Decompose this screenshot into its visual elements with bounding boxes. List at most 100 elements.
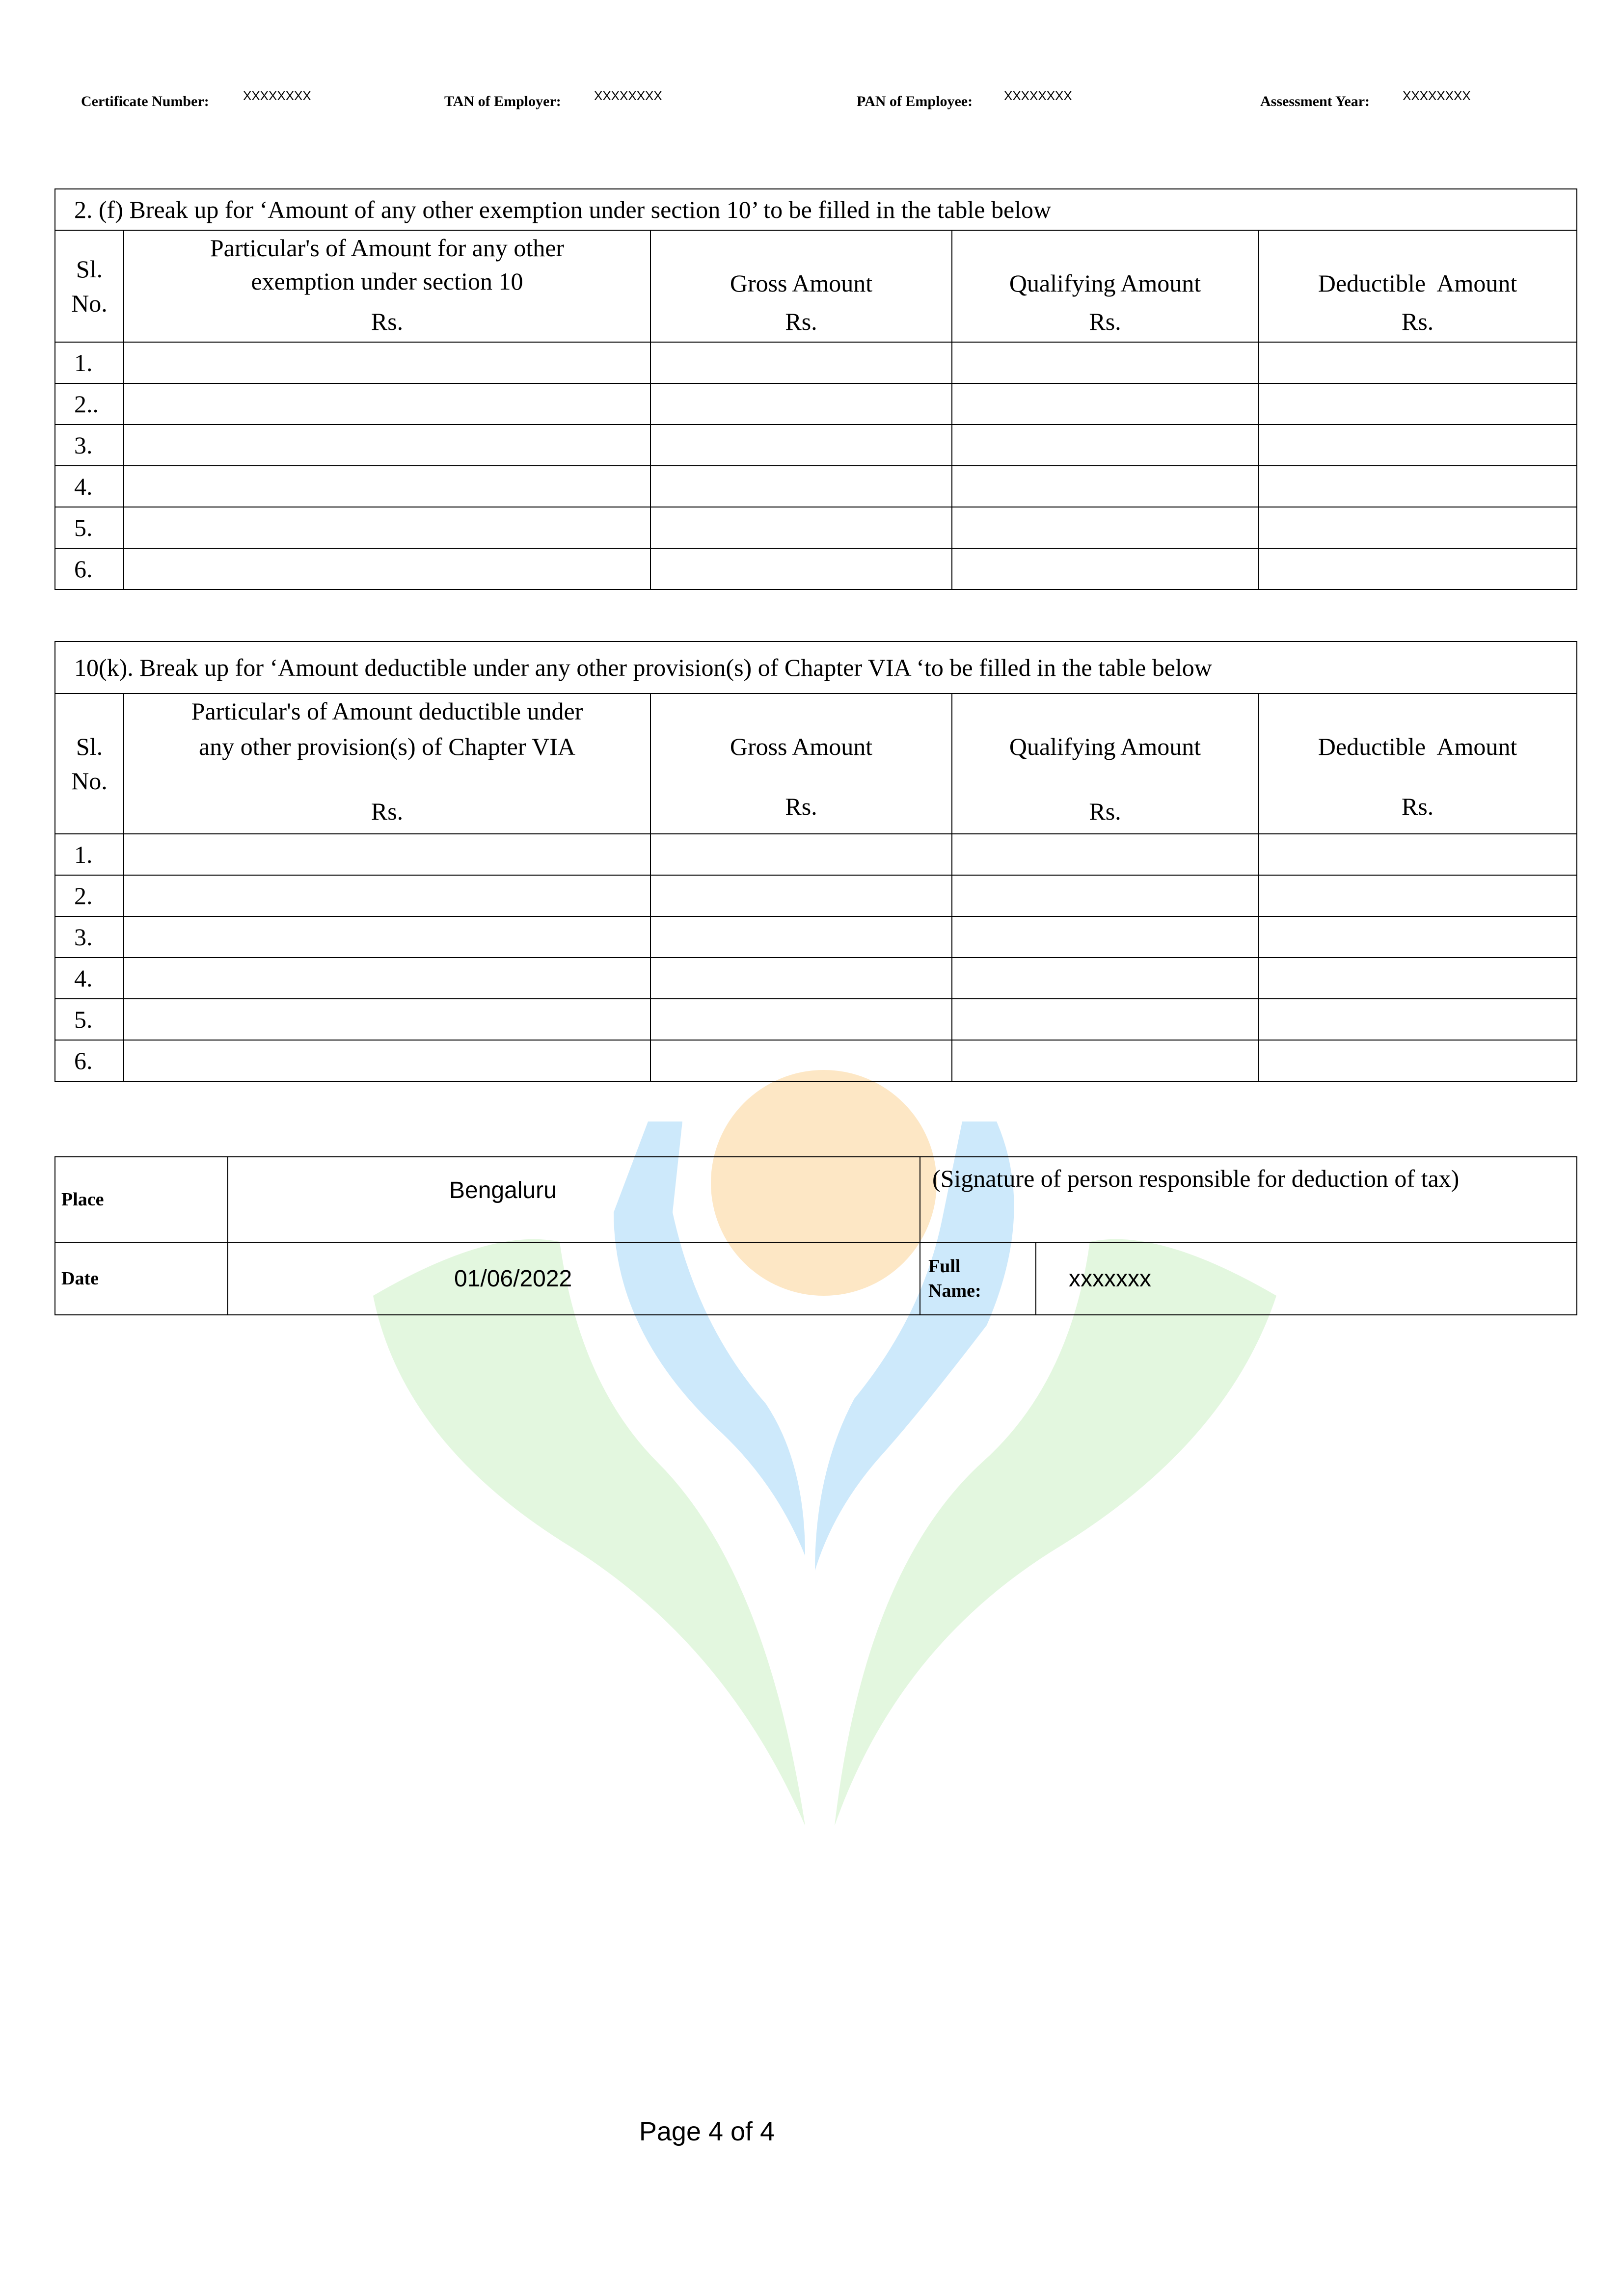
table-row: 6. — [54, 548, 1578, 590]
assessment-year-value: XXXXXXXX — [1403, 88, 1471, 103]
full-name-label: Full Name: — [920, 1242, 1036, 1315]
table1-cell — [1257, 465, 1578, 507]
table1-qualifying-label: Qualifying Amount — [1009, 269, 1201, 297]
table2-deductible-currency: Rs. — [1401, 793, 1434, 820]
table2-cell — [1257, 957, 1578, 999]
table2-cell — [123, 1040, 651, 1082]
table2-cell — [650, 957, 952, 999]
table2-gross-currency: Rs. — [785, 793, 817, 820]
date-label: Date — [54, 1242, 228, 1315]
table2-deductible-header: Deductible Amount Rs. — [1257, 693, 1578, 834]
table-row: 4. — [54, 957, 1578, 999]
table-row: 1. — [54, 342, 1578, 384]
table2-cell — [1257, 875, 1578, 917]
table1-cell — [123, 548, 651, 590]
table1-row-number: 5. — [54, 507, 124, 549]
table1-particulars-header: Particular's of Amount for any other exe… — [123, 230, 651, 343]
table1-row-number: 1. — [54, 342, 124, 384]
table2-cell — [123, 957, 651, 999]
full-name-value: xxxxxxx — [1035, 1242, 1578, 1315]
table1-gross-currency: Rs. — [785, 308, 817, 335]
table2-cell — [951, 875, 1259, 917]
table2-row-number: 6. — [54, 1040, 124, 1082]
table-row: 5. — [54, 507, 1578, 549]
table2-row-number: 4. — [54, 957, 124, 999]
table-row: 6. — [54, 1040, 1578, 1082]
table2-deductible-label: Deductible Amount — [1318, 733, 1517, 760]
table1-cell — [951, 548, 1259, 590]
exemption-section10-table: 2. (f) Break up for ‘Amount of any other… — [54, 188, 1578, 590]
table-row: 3. — [54, 916, 1578, 958]
table1-cell — [650, 342, 952, 384]
table-row: 1. — [54, 833, 1578, 876]
table1-particulars-currency: Rs. — [371, 308, 404, 335]
table1-cell — [1257, 548, 1578, 590]
table1-gross-label: Gross Amount — [730, 269, 873, 297]
signature-caption: (Signature of person responsible for ded… — [919, 1156, 1578, 1243]
table1-cell — [1257, 342, 1578, 384]
table2-cell — [951, 916, 1259, 958]
table2-particulars-line1: Particular's of Amount deductible under — [191, 697, 583, 725]
table1-sl-header: Sl. No. — [54, 230, 124, 343]
table-row: 3. — [54, 424, 1578, 466]
table1-deductible-label: Deductible Amount — [1318, 269, 1517, 297]
table2-particulars-header: Particular's of Amount deductible under … — [123, 693, 651, 834]
date-value: 01/06/2022 — [227, 1242, 920, 1315]
page-number: Page 4 of 4 — [639, 2117, 775, 2146]
table1-cell — [650, 383, 952, 425]
table1-title: 2. (f) Break up for ‘Amount of any other… — [54, 188, 1578, 231]
tan-label: TAN of Employer: — [444, 93, 561, 109]
table1-cell — [1257, 424, 1578, 466]
verification-table: Place Bengaluru (Signature of person res… — [54, 1156, 1578, 1315]
table2-cell — [951, 998, 1259, 1041]
table2-gross-label: Gross Amount — [730, 733, 873, 760]
table2-cell — [951, 1040, 1259, 1082]
table1-particulars-line1: Particular's of Amount for any other — [210, 234, 565, 262]
place-label: Place — [54, 1156, 228, 1243]
table1-cell — [951, 424, 1259, 466]
table2-cell — [1257, 998, 1578, 1041]
table1-deductible-currency: Rs. — [1401, 308, 1434, 335]
table1-cell — [123, 342, 651, 384]
table2-cell — [951, 833, 1259, 876]
table2-qualifying-label: Qualifying Amount — [1009, 733, 1201, 760]
certificate-number-value: XXXXXXXX — [243, 88, 311, 103]
table2-cell — [123, 875, 651, 917]
table-row: 2. — [54, 875, 1578, 917]
pan-of-employee: PAN of Employee: XXXXXXXX — [857, 88, 1072, 110]
table2-cell — [650, 998, 952, 1041]
table2-qualifying-currency: Rs. — [1089, 798, 1121, 825]
table-row: 4. — [54, 465, 1578, 507]
table2-particulars-line2: any other provision(s) of Chapter VIA — [199, 733, 575, 760]
table1-gross-header: Gross Amount Rs. — [650, 230, 952, 343]
table1-row-number: 3. — [54, 424, 124, 466]
table1-cell — [1257, 507, 1578, 549]
certificate-number-label: Certificate Number: — [81, 93, 209, 109]
tan-of-employer: TAN of Employer: XXXXXXXX — [444, 88, 662, 110]
table1-cell — [650, 424, 952, 466]
table2-qualifying-header: Qualifying Amount Rs. — [951, 693, 1259, 834]
table1-qualifying-header: Qualifying Amount Rs. — [951, 230, 1259, 343]
table1-cell — [951, 507, 1259, 549]
table2-row-number: 2. — [54, 875, 124, 917]
tan-value: XXXXXXXX — [594, 88, 662, 103]
table2-cell — [650, 916, 952, 958]
table2-cell — [123, 998, 651, 1041]
table1-cell — [1257, 383, 1578, 425]
table2-gross-header: Gross Amount Rs. — [650, 693, 952, 834]
table2-cell — [650, 875, 952, 917]
table-row: 2.. — [54, 383, 1578, 425]
table2-cell — [1257, 916, 1578, 958]
table2-cell — [123, 916, 651, 958]
table1-row-number: 6. — [54, 548, 124, 590]
table2-cell — [951, 957, 1259, 999]
table1-cell — [123, 465, 651, 507]
pan-value: XXXXXXXX — [1004, 88, 1072, 103]
chapter-via-deductions-table: 10(k). Break up for ‘Amount deductible u… — [54, 641, 1578, 1082]
assessment-year-label: Assessment Year: — [1260, 93, 1370, 109]
table2-cell — [1257, 1040, 1578, 1082]
table1-cell — [123, 424, 651, 466]
table1-cell — [123, 383, 651, 425]
table1-cell — [951, 465, 1259, 507]
table1-cell — [650, 465, 952, 507]
